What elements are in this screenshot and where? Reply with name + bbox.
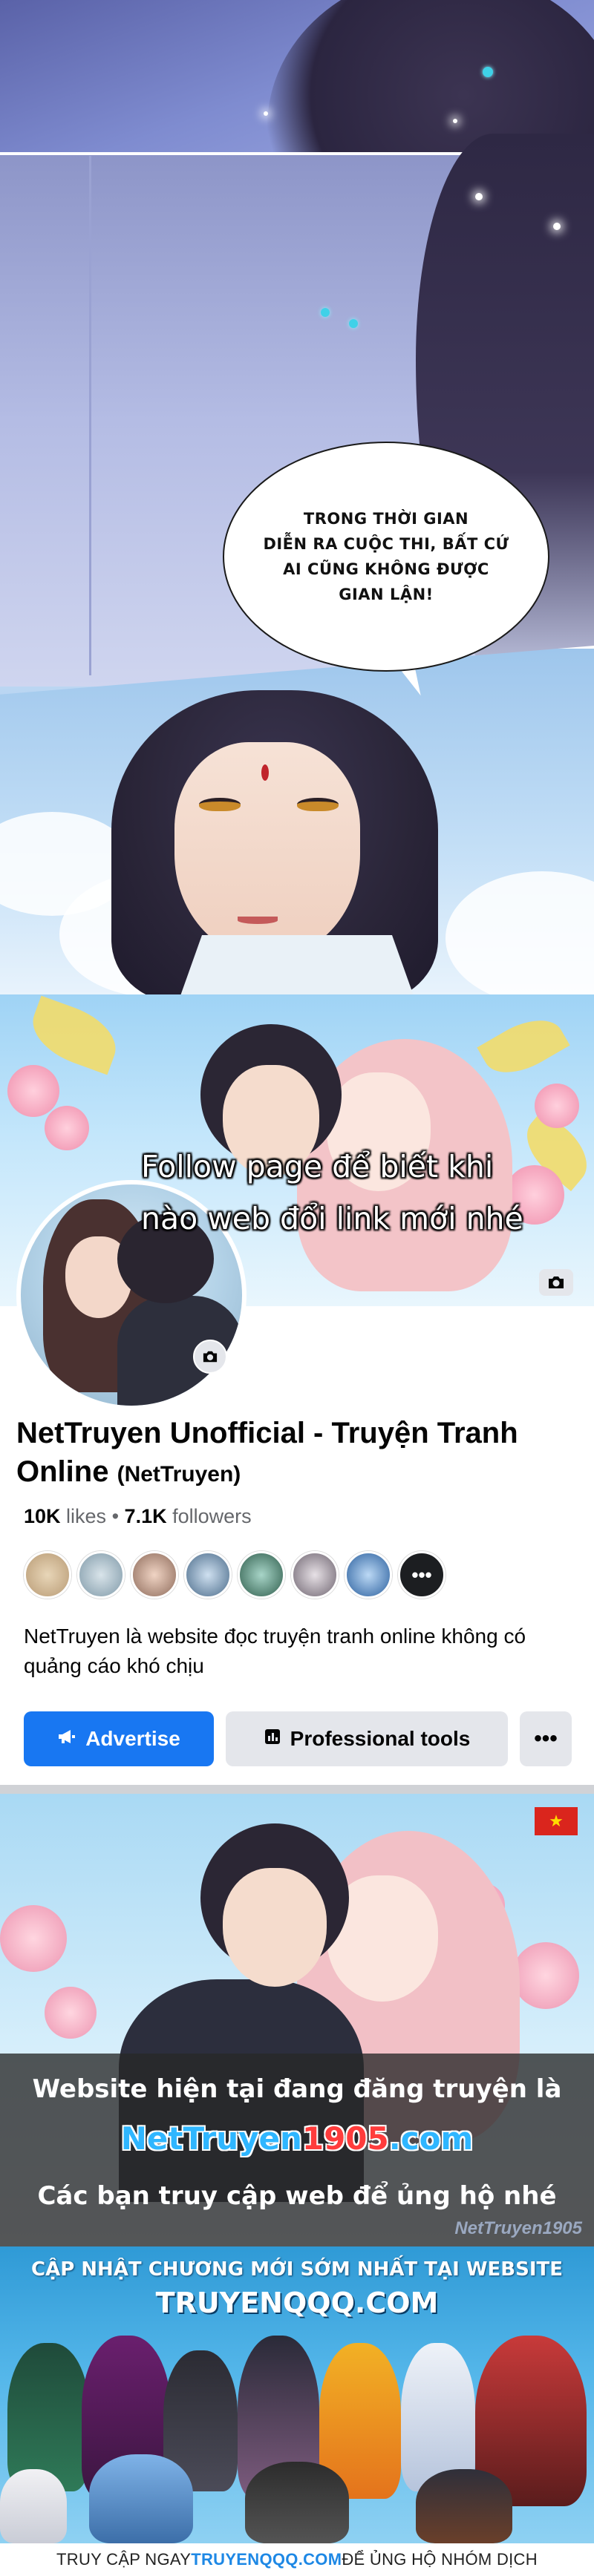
speech-line: DIỄN RA CUỘC THI, BẤT CỨ [263,535,509,553]
likes-label[interactable]: likes [66,1505,106,1527]
speech-line: GIAN LẬN! [339,586,434,603]
camera-icon[interactable] [539,1269,573,1296]
banner-site-name[interactable]: TRUYENQQQ.COM [0,2287,594,2319]
flower-decoration [7,1065,59,1117]
anime-character [7,2343,89,2491]
site-name-part: .com [388,2120,474,2157]
hair-bead-decoration [349,319,358,328]
page-name-text: NetTruyen Unofficial - Truyện Tranh Onli… [16,1417,518,1488]
hair-bead-decoration [321,308,330,317]
page-about: NetTruyen là website đọc truyện tranh on… [24,1625,526,1677]
boy-face-illustration [223,1868,327,1987]
site-name-part: 1905 [301,2120,389,2157]
follower-avatar[interactable] [184,1551,232,1599]
speech-bubble: TRONG THỜI GIAN DIỄN RA CUỘC THI, BẤT CỨ… [223,442,549,672]
flower-decoration [535,1084,579,1128]
follow-overlay-line: Follow page để biết khi [141,1149,494,1184]
likes-count[interactable]: 10K [24,1505,61,1527]
right-eye [297,798,339,811]
manga-panels: TRONG THỜI GIAN DIỄN RA CUỘC THI, BẤT CỨ… [0,0,594,994]
flower-decoration [45,1987,97,2039]
footer-text: TRUY CẬP NGAY [56,2550,192,2569]
mouth [238,917,278,924]
page-stats: 10K likes • 7.1K followers [24,1505,252,1528]
nettruyen-promo-banner[interactable]: ★ Website hiện tại đang đăng truyện là N… [0,1794,594,2246]
more-options-button[interactable]: ••• [520,1711,572,1766]
forehead-mark [261,764,269,781]
banner-heading: CẬP NHẬT CHƯƠNG MỚI SỚM NHẤT TẠI WEBSITE [30,2258,563,2281]
advertise-label: Advertise [85,1727,180,1750]
sparkle-decoration [453,119,457,123]
followers-label[interactable]: followers [172,1505,252,1527]
cloud [446,871,594,994]
page-alias: (NetTruyen) [117,1462,241,1487]
camera-icon[interactable] [193,1340,227,1374]
promo-site-link[interactable]: NetTruyen1905.com [0,2120,594,2157]
professional-tools-button[interactable]: Professional tools [226,1711,508,1766]
page-title: NetTruyen Unofficial - Truyện Tranh Onli… [16,1414,551,1494]
robe-collar [178,935,416,994]
speech-line: TRONG THỜI GIAN [303,510,469,528]
sparkle-decoration [553,223,561,230]
megaphone-icon [57,1727,76,1751]
footer-site-link[interactable]: TRUYENQQQ.COM [191,2550,342,2569]
follow-overlay-line: nào web đổi link mới nhé [141,1201,523,1236]
anime-character [89,2454,193,2543]
chart-icon [264,1727,281,1751]
leaf-decoration [477,1006,570,1087]
watermark: NetTruyen1905 [454,2218,582,2238]
flower-decoration [512,1942,579,2009]
promo-line: Các bạn truy cập web để ủng hộ nhé [37,2181,557,2211]
vietnam-flag-icon: ★ [535,1807,578,1835]
follower-avatar[interactable] [345,1551,392,1599]
section-divider [0,1785,594,1794]
hair-bead-decoration [483,67,493,77]
follower-avatar[interactable] [131,1551,178,1599]
advertise-button[interactable]: Advertise [24,1711,214,1766]
site-name-part: NetTruyen [120,2120,302,2157]
banner-footer: TRUY CẬP NGAY TRUYENQQQ.COM ĐỂ ỦNG HỘ NH… [0,2543,594,2576]
anime-character [245,2462,349,2543]
promo-line: Website hiện tại đang đăng truyện là [32,2074,562,2104]
followers-count[interactable]: 7.1K [125,1505,167,1527]
follower-avatars: ••• [24,1551,446,1599]
flower-decoration [45,1106,89,1150]
sparkle-decoration [475,193,483,200]
sparkle-decoration [264,111,268,116]
truyenqqq-banner[interactable]: CẬP NHẬT CHƯƠNG MỚI SỚM NHẤT TẠI WEBSITE… [0,2246,594,2576]
professional-tools-label: Professional tools [290,1727,471,1750]
follower-avatar[interactable] [291,1551,339,1599]
follower-avatar[interactable] [24,1551,71,1599]
anime-character [416,2469,512,2543]
follower-avatar[interactable] [238,1551,285,1599]
follower-avatar[interactable] [77,1551,125,1599]
facebook-page-card: Follow page để biết khi nào web đổi link… [0,994,594,1785]
stats-separator: • [111,1505,120,1527]
left-eye [199,798,241,811]
speech-line: AI CŨNG KHÔNG ĐƯỢC [283,560,489,578]
leaf-decoration [23,995,125,1075]
flower-decoration [0,1905,67,1972]
more-followers-button[interactable]: ••• [398,1551,446,1599]
anime-character [0,2469,67,2543]
footer-text: ĐỂ ỦNG HỘ NHÓM DỊCH [342,2550,538,2569]
wall-line [89,156,91,675]
